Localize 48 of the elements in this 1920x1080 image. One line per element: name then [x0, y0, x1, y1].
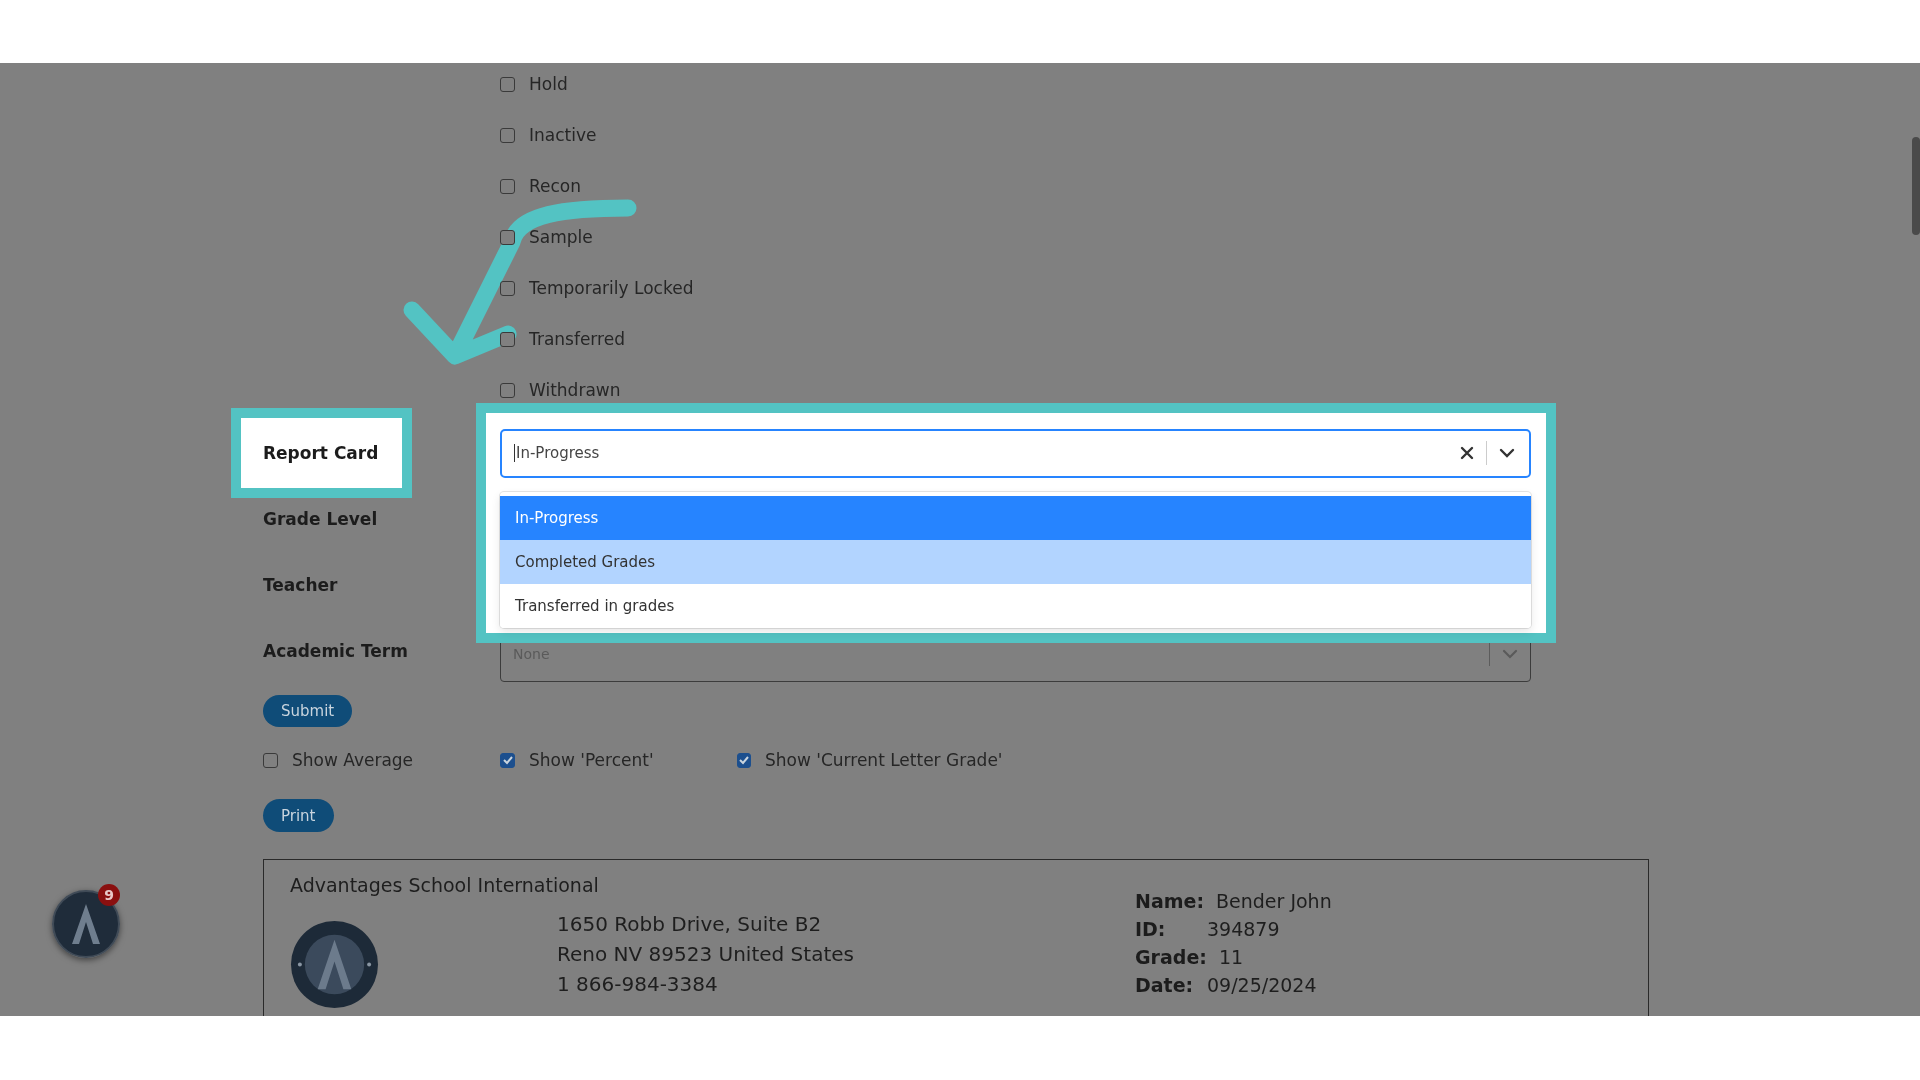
app-launcher[interactable]	[52, 890, 120, 958]
field-label: Grade Level	[263, 509, 378, 529]
chevron-down-icon[interactable]	[1499, 448, 1515, 458]
checkbox[interactable]	[737, 752, 751, 768]
info-value: Bender John	[1216, 890, 1332, 912]
checkbox[interactable]	[500, 76, 515, 92]
checkbox-label: Sample	[529, 227, 593, 247]
field-label: Teacher	[263, 575, 338, 595]
dropdown-option[interactable]: Transferred in grades	[500, 583, 1531, 628]
select-value: In-Progress	[514, 444, 1448, 462]
dropdown-option[interactable]: Completed Grades	[500, 539, 1531, 584]
dropdown-option[interactable]: In-Progress	[500, 495, 1531, 540]
checkbox-label: Inactive	[529, 125, 597, 145]
checkbox-label: Show Average	[292, 750, 414, 770]
print-button[interactable]: Print	[263, 799, 334, 832]
address-line: 1650 Robb Drive, Suite B2	[557, 912, 823, 936]
checkbox-label: Hold	[529, 74, 568, 94]
info-value: 09/25/2024	[1207, 974, 1317, 996]
school-logo-icon	[290, 920, 379, 1009]
info-value: 11	[1218, 946, 1244, 968]
logo-icon	[52, 890, 120, 958]
field-label: Academic Term	[263, 641, 408, 661]
clear-icon[interactable]	[1460, 446, 1474, 460]
checkbox-label: Recon	[529, 176, 582, 196]
checkbox-label: Temporarily Locked	[529, 278, 694, 298]
notification-badge: 9	[98, 884, 120, 906]
checkbox[interactable]	[500, 127, 515, 143]
scrollbar-thumb[interactable]	[1912, 137, 1920, 235]
checkbox[interactable]	[500, 280, 515, 296]
address-line: Reno NV 89523 United States	[557, 942, 855, 966]
checkbox[interactable]	[500, 229, 515, 245]
submit-button[interactable]: Submit	[263, 695, 353, 727]
report-card-select[interactable]: In-Progress	[500, 428, 1531, 478]
checkbox-label: Show 'Percent'	[529, 750, 654, 770]
checkbox-label: Transferred	[529, 329, 625, 349]
checkbox-label: Withdrawn	[529, 380, 621, 400]
checkbox[interactable]	[500, 382, 515, 398]
checkbox[interactable]	[500, 178, 515, 194]
info-label: Name:	[1135, 890, 1204, 912]
info-value: 394879	[1207, 918, 1280, 940]
checkbox-label: Show 'Current Letter Grade'	[765, 750, 1003, 770]
info-label: ID:	[1135, 918, 1167, 940]
info-label: Date:	[1135, 974, 1195, 996]
info-label: Grade:	[1135, 946, 1207, 968]
checkbox[interactable]	[500, 752, 515, 768]
checkbox[interactable]	[263, 752, 278, 768]
school-name: Advantages School International	[290, 874, 599, 896]
address-line: 1 866-984-3384	[557, 972, 719, 996]
